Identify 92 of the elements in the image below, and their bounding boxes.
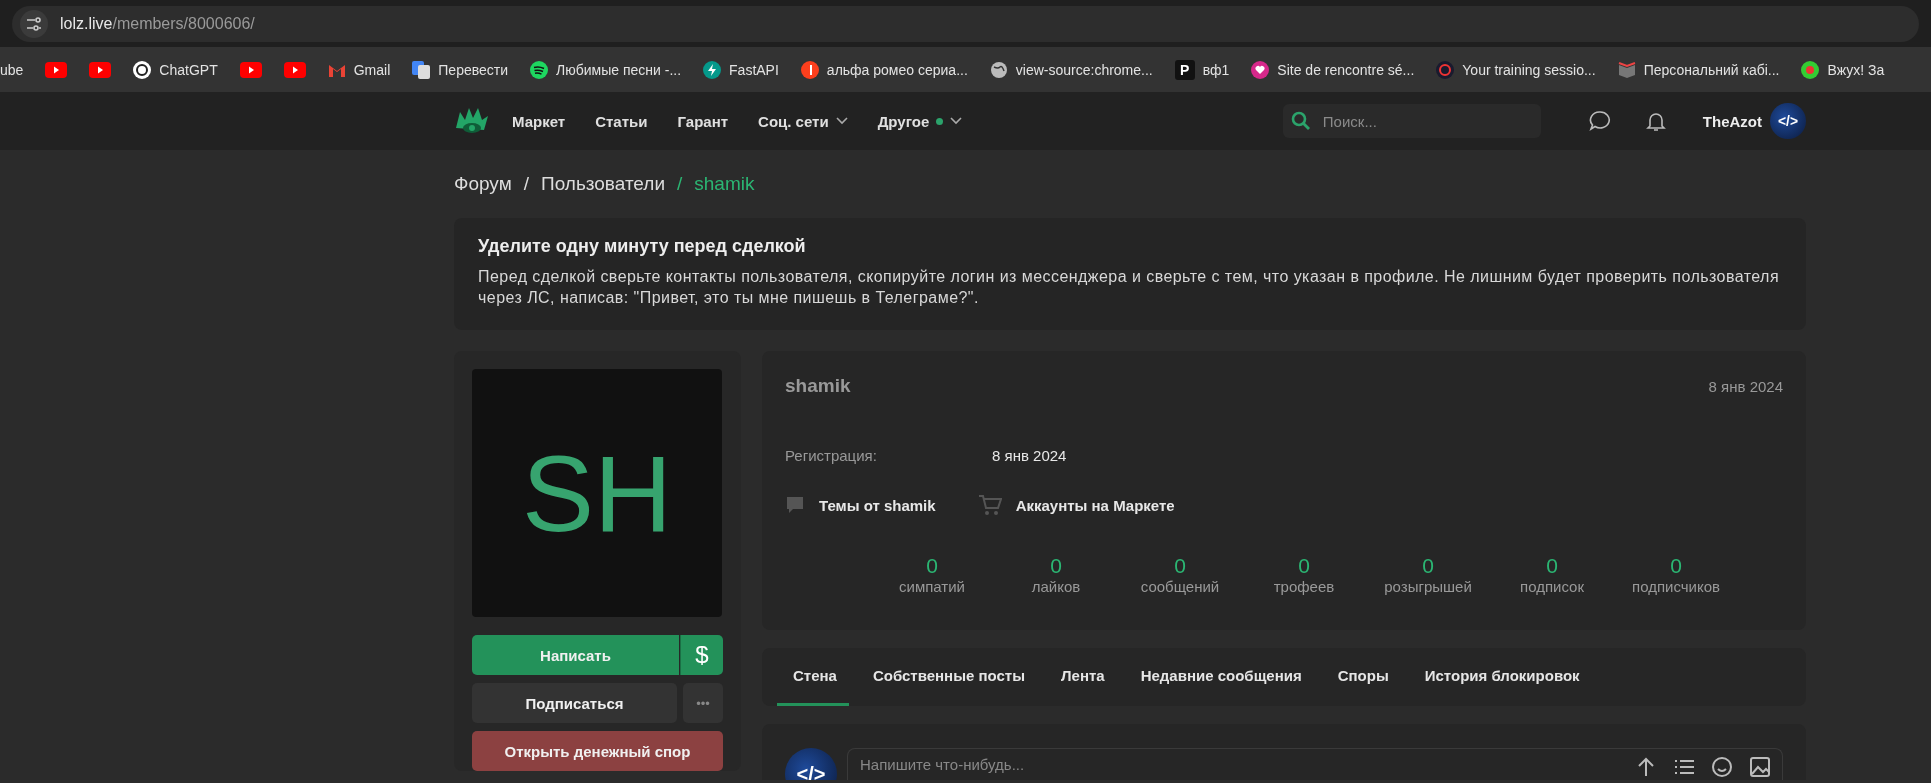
youtube-icon (283, 61, 306, 78)
profile-username: shamik (785, 375, 851, 397)
spotify-icon (530, 60, 548, 79)
profile-date: 8 янв 2024 (1708, 377, 1783, 395)
profile-tab[interactable]: Недавние сообщения (1128, 648, 1314, 706)
action-button[interactable]: Подписаться (472, 683, 677, 723)
address-bar[interactable]: lolz.live/members/8000606/ (12, 5, 1919, 42)
stat-value: 0 (1174, 554, 1186, 578)
bolt-icon (703, 60, 722, 79)
url-text: lolz.live/members/8000606/ (60, 14, 255, 33)
dot-icon (1801, 60, 1820, 79)
breadcrumb-link[interactable]: shamik (694, 173, 755, 195)
chevron-icon (835, 117, 848, 125)
bookmark[interactable]: Site de rencontre sé... (1251, 60, 1415, 79)
more-button[interactable]: ••• (683, 683, 723, 723)
profile-tab[interactable]: История блокировок (1412, 648, 1592, 706)
bookmark[interactable] (89, 61, 112, 78)
comment-icon (785, 495, 805, 515)
field-label: Регистрация: (785, 447, 878, 464)
user-avatar[interactable]: </> (1770, 103, 1806, 139)
bookmark[interactable]: view-source:chrome... (989, 60, 1153, 79)
chat-icon[interactable] (1588, 110, 1611, 132)
stat-label: симпатий (899, 578, 965, 595)
status-dot (936, 117, 944, 125)
stat-value: 0 (1298, 554, 1310, 578)
notice-text: Перед сделкой сверьте контакты пользователя, скопируйте логин из мессенджера и сверьте с тем, что указан в профиле. Не лишним будет проверить пользователя через ЛС, написав: "Привет, это ты мне пишешь в Телеграме?". (478, 267, 1780, 308)
stat-value: 0 (1546, 554, 1558, 578)
stat-label: трофеев (1273, 578, 1335, 595)
field-value: 8 янв 2024 (992, 447, 1067, 464)
globe-icon (989, 60, 1008, 79)
search-field[interactable]: Поиск... (1282, 104, 1541, 138)
breadcrumb-separator: / (523, 173, 529, 195)
smiley-icon[interactable] (1711, 756, 1733, 778)
youtube-icon (45, 61, 68, 78)
chevron-icon (950, 117, 963, 125)
bookmark[interactable]: Gmail (327, 61, 391, 78)
bookmark[interactable]: P вф1 (1174, 59, 1230, 80)
profile-tab[interactable]: Стена (777, 648, 849, 706)
bookmark[interactable]: Your training sessio... (1436, 60, 1596, 79)
stat-label: лайков (1031, 578, 1081, 595)
stat-value: 0 (1422, 554, 1434, 578)
bookmark[interactable] (45, 61, 68, 78)
profile-link[interactable]: Темы от shamik (785, 494, 936, 516)
more-button[interactable]: $ (680, 635, 723, 675)
cart-icon (977, 494, 1002, 516)
bookmark[interactable]: Любимые песни -... (530, 60, 682, 79)
bookmark[interactable]: альфа ромео сериа... (800, 60, 968, 79)
bookmark[interactable] (283, 61, 306, 78)
profile-link[interactable]: Аккаунты на Маркете (977, 494, 1175, 516)
stat-value: 0 (1050, 554, 1062, 578)
profile-tab[interactable]: Споры (1325, 648, 1401, 706)
stat-label: подписчиков (1632, 578, 1720, 595)
nav-link[interactable]: Гарант (677, 112, 729, 130)
stat-value: 0 (1670, 554, 1682, 578)
stat-label: розыгрышей (1384, 578, 1472, 595)
profile-tab[interactable]: Лента (1049, 648, 1117, 706)
youtube-icon (239, 61, 262, 78)
notice-title: Уделите одну минуту перед сделкой (478, 236, 807, 257)
badge-icon: P (1174, 59, 1195, 80)
breadcrumb-link[interactable]: Пользователи (541, 173, 665, 195)
profile-tab[interactable]: Собственные посты (860, 648, 1038, 706)
nav-link[interactable]: Соц. сети (758, 112, 848, 130)
bookmark[interactable]: ube (0, 61, 24, 78)
bookmark[interactable]: ChatGPT (133, 60, 218, 79)
envelope-icon (327, 62, 346, 77)
bookmark[interactable]: Персональний кабі... (1617, 61, 1780, 78)
username[interactable]: TheAzot (1702, 112, 1762, 130)
stat-label: сообщений (1140, 578, 1220, 595)
youtube-icon (89, 61, 112, 78)
bell-icon[interactable] (1644, 110, 1667, 132)
target-icon (1436, 60, 1455, 79)
bookmark[interactable]: Перевести (412, 60, 508, 79)
bookmark[interactable] (239, 61, 262, 78)
image-icon[interactable] (1749, 756, 1771, 778)
site-settings-icon[interactable] (20, 9, 48, 38)
stat-label: подписок (1520, 578, 1584, 595)
user-avatar: </> (785, 748, 837, 780)
action-button[interactable]: Открыть денежный спор (472, 731, 723, 771)
nav-link[interactable]: Маркет (512, 112, 566, 130)
book-icon (1617, 61, 1636, 78)
breadcrumb-link[interactable]: Форум (454, 173, 512, 195)
logo-icon[interactable] (454, 106, 490, 136)
translate-icon (412, 60, 431, 79)
post-input[interactable]: Напишите что-нибудь... (847, 748, 1783, 780)
nav-link[interactable]: Статьи (595, 112, 648, 130)
stat-value: 0 (926, 554, 938, 578)
bookmark[interactable]: FastAPI (703, 60, 779, 79)
avatar-initials: SH (472, 369, 722, 617)
nav-link[interactable]: Другое (877, 112, 963, 130)
bookmark[interactable]: Вжух! За (1801, 60, 1885, 79)
search-icon (1290, 111, 1311, 131)
breadcrumb-separator: / (677, 173, 683, 195)
